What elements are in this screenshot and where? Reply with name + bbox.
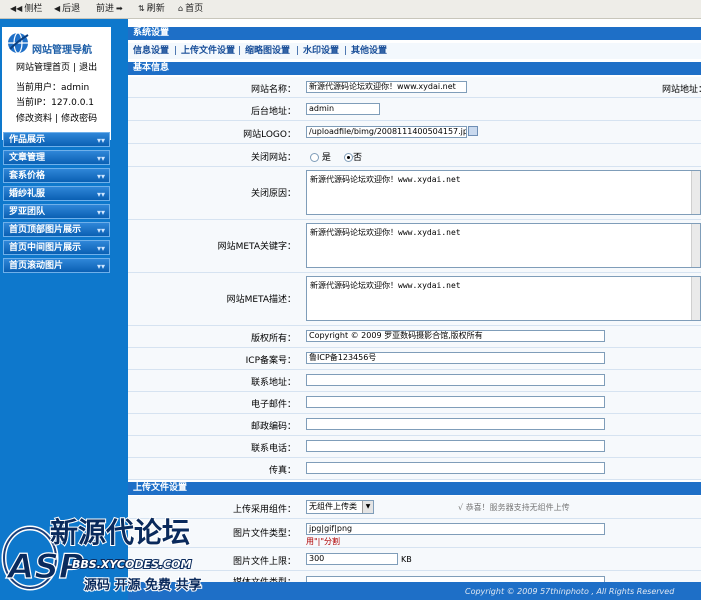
home-button[interactable]: ⌂ 首页	[178, 2, 203, 16]
address-row: 联系地址：	[128, 370, 701, 392]
site-name-row: 网站名称： 新源代源码论坛欢迎你！www.xydai.net 网站地址：	[128, 77, 701, 98]
fax-input[interactable]	[306, 462, 605, 474]
logout-link[interactable]: 退出	[79, 63, 97, 73]
tab-upload-settings[interactable]: 上传文件设置	[181, 43, 235, 59]
refresh-button[interactable]: ⇅ 刷新	[138, 2, 165, 16]
chevron-down-icon: ▾▾	[96, 190, 105, 199]
menu-gowns[interactable]: 婚纱礼服 ▾▾	[3, 186, 110, 201]
current-user-line: 当前用户：admin	[16, 83, 90, 93]
scrollbar[interactable]	[691, 224, 700, 267]
back-arrow-icon: ◀	[54, 4, 61, 13]
logo-title: 网站管理导航	[32, 45, 92, 56]
chevron-down-icon: ▾▾	[96, 172, 105, 181]
phone-input[interactable]	[306, 440, 605, 452]
close-site-no[interactable]: 否	[344, 150, 362, 163]
image-picker-icon[interactable]	[468, 126, 478, 136]
menu-packages[interactable]: 套系价格 ▾▾	[3, 168, 110, 183]
watermark-title: 新源代论坛	[50, 516, 190, 549]
menu-top-images[interactable]: 首页顶部图片展示 ▾▾	[3, 222, 110, 237]
watermark-url: BBS.XYCODES.COM	[72, 558, 192, 571]
image-types-input[interactable]: jpg|gif|png	[306, 523, 605, 535]
sidebar-toggle-button[interactable]: ◀◀ 侧栏	[10, 2, 42, 16]
menu-scroll-images[interactable]: 首页滚动图片 ▾▾	[3, 258, 110, 273]
fax-row: 传真：	[128, 458, 701, 480]
email-row: 电子邮件：	[128, 392, 701, 414]
admin-links: 网站管理首页 | 退出	[16, 63, 98, 73]
chevron-down-icon: ▾▾	[96, 262, 105, 271]
menu-articles[interactable]: 文章管理 ▾▾	[3, 150, 110, 165]
footer-copyright: Copyright © 2009 57thinphoto , All Right…	[465, 587, 675, 596]
chevron-down-icon: ▾▾	[96, 208, 105, 217]
current-ip-line: 当前IP：127.0.0.1	[16, 98, 95, 108]
admin-home-link[interactable]: 网站管理首页	[16, 63, 70, 73]
phone-row: 联系电话：	[128, 436, 701, 458]
change-password-link[interactable]: 修改密码	[61, 114, 97, 124]
radio-no[interactable]	[344, 153, 353, 162]
menu-works[interactable]: 作品展示 ▾▾	[3, 132, 110, 147]
back-button[interactable]: ◀ 后退	[54, 2, 80, 16]
menu-middle-images[interactable]: 首页中间图片展示 ▾▾	[3, 240, 110, 255]
admin-url-input[interactable]: admin	[306, 103, 380, 115]
current-user-value: admin	[61, 83, 90, 93]
browser-toolbar: ◀◀ 侧栏 ◀ 后退 前进 ➡ ⇅ 刷新 ⌂ 首页	[0, 0, 701, 19]
tab-thumbnail-settings[interactable]: 缩略图设置	[245, 43, 290, 59]
chevron-down-icon: ▾▾	[96, 244, 105, 253]
meta-desc-row: 网站META描述： 新源代源码论坛欢迎你！www.xydai.net	[128, 273, 701, 326]
section-title: 系统设置	[128, 27, 701, 40]
radio-yes[interactable]	[310, 153, 319, 162]
chevron-down-icon: ▾▾	[96, 136, 105, 145]
basic-info-header: 基本信息	[128, 62, 701, 75]
chevron-down-icon: ▾▾	[96, 226, 105, 235]
home-icon: ⌂	[178, 4, 184, 13]
upload-support-hint: √ 恭喜！服务器支持无组件上传	[458, 503, 570, 512]
admin-url-row: 后台地址： admin	[128, 98, 701, 121]
meta-keywords-textarea[interactable]: 新源代源码论坛欢迎你！www.xydai.net	[306, 223, 701, 268]
profile-links: 修改资料 | 修改密码	[16, 114, 98, 124]
menu-team[interactable]: 罗亚团队 ▾▾	[3, 204, 110, 219]
address-input[interactable]	[306, 374, 605, 386]
email-input[interactable]	[306, 396, 605, 408]
globe-logo-icon	[8, 32, 29, 54]
admin-panel-box: 网站管理导航 网站管理首页 | 退出 当前用户：admin 当前IP：127.0.0…	[2, 27, 111, 140]
forward-arrow-icon: ➡	[116, 4, 123, 13]
copyright-input[interactable]: Copyright © 2009 罗亚数码摄影合馆,版权所有	[306, 330, 605, 342]
sidebar-icon: ◀◀	[10, 4, 23, 13]
icp-row: ICP备案号： 鲁ICP备123456号	[128, 348, 701, 370]
scrollbar[interactable]	[691, 277, 700, 320]
meta-keywords-row: 网站META关键字： 新源代源码论坛欢迎你！www.xydai.net	[128, 220, 701, 273]
forward-button[interactable]: 前进 ➡	[96, 2, 125, 16]
edit-profile-link[interactable]: 修改资料	[16, 114, 52, 124]
meta-desc-textarea[interactable]: 新源代源码论坛欢迎你！www.xydai.net	[306, 276, 701, 321]
zip-input[interactable]	[306, 418, 605, 430]
logo-path-input[interactable]: /uploadfile/bimg/2008111400504157.jpg	[306, 126, 467, 138]
tab-info-settings[interactable]: 信息设置	[133, 43, 169, 59]
watermark-slogan: 源码 开源 免费 共享	[84, 577, 202, 593]
site-name-input[interactable]: 新源代源码论坛欢迎你！www.xydai.net	[306, 81, 467, 93]
chevron-down-icon: ▾▾	[96, 154, 105, 163]
current-ip-value: 127.0.0.1	[51, 98, 95, 108]
copyright-row: 版权所有： Copyright © 2009 罗亚数码摄影合馆,版权所有	[128, 326, 701, 348]
close-reason-row: 关闭原因： 新源代源码论坛欢迎你！www.xydai.net	[128, 167, 701, 220]
logo-row: 网站LOGO： /uploadfile/bimg/200811140050415…	[128, 121, 701, 144]
tab-other-settings[interactable]: 其他设置	[351, 43, 387, 59]
refresh-icon: ⇅	[138, 4, 145, 13]
dropdown-arrow-icon[interactable]: ▼	[362, 501, 373, 513]
close-site-yes[interactable]: 是	[310, 150, 331, 163]
upload-settings-header: 上传文件设置	[128, 482, 701, 495]
scrollbar[interactable]	[691, 171, 700, 214]
close-reason-textarea[interactable]: 新源代源码论坛欢迎你！www.xydai.net	[306, 170, 701, 215]
zip-row: 邮政编码：	[128, 414, 701, 436]
settings-tabs: 信息设置 | 上传文件设置 | 缩略图设置 | 水印设置 | 其他设置	[128, 43, 701, 59]
tab-watermark-settings[interactable]: 水印设置	[303, 43, 339, 59]
close-site-row: 关闭网站： 是 否	[128, 144, 701, 167]
site-watermark-logo: ASP 新源代论坛 BBS.XYCODES.COM 源码 开源 免费 共享	[1, 515, 203, 594]
icp-input[interactable]: 鲁ICP备123456号	[306, 352, 605, 364]
